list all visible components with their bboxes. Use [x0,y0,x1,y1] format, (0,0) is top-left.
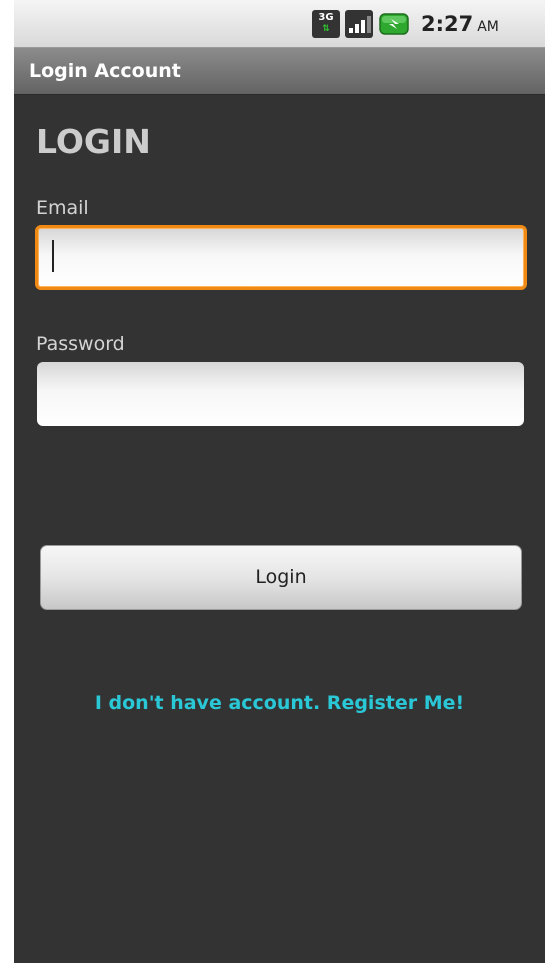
register-link[interactable]: I don't have account. Register Me! [14,689,545,717]
login-button[interactable]: Login [40,545,522,610]
signal-icon [345,10,373,38]
password-label: Password [36,333,125,355]
app-title: Login Account [29,60,181,82]
page-heading: LOGIN [36,122,151,161]
title-bar: Login Account [14,48,545,95]
data-arrows-icon: ⇅ [322,24,330,34]
email-label: Email [36,197,89,219]
text-cursor [52,240,54,272]
login-button-label: Login [255,566,307,588]
phone-screen: 3G ⇅ 2:27 AM Login Account LOGIN Email Pa… [14,0,545,963]
network-type-label: 3G [318,12,334,23]
status-bar: 3G ⇅ 2:27 AM [14,0,545,48]
status-clock: 2:27 AM [421,10,499,41]
email-field[interactable] [35,225,527,290]
clock-time: 2:27 [421,12,474,36]
3g-icon: 3G ⇅ [312,10,340,38]
clock-ampm: AM [477,19,499,35]
password-field[interactable] [37,362,524,426]
battery-icon [379,13,409,35]
